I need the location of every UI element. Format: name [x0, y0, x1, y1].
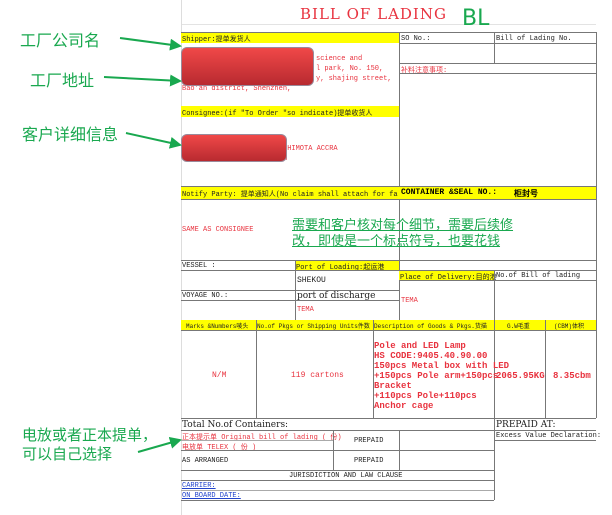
gross-weight-value: 2065.95KG — [496, 371, 545, 381]
marks-value: N/M — [212, 371, 227, 380]
divider — [181, 500, 494, 501]
notify-label: Notify Party: 提单通知人(No claim shall attac… — [182, 191, 398, 199]
redaction-box — [181, 134, 287, 162]
cargo-header-cbm: (CBM)体积 — [554, 323, 585, 330]
divider — [545, 320, 546, 418]
shipper-address-line: l park, No. 150, — [316, 65, 384, 73]
arrow-icon — [103, 74, 182, 87]
total-containers-label: Total No.of Containers: — [182, 420, 289, 430]
pkgs-value: 119 cartons — [291, 371, 344, 380]
prepaid-1: PREPAID — [354, 437, 384, 445]
container-label: CONTAINER &SEAL NO.: — [401, 188, 498, 197]
divider — [399, 63, 596, 64]
notes-label: 补料注意事项: — [401, 67, 448, 75]
bl-annotation: BL — [462, 6, 490, 31]
prepaid-at-label: PREPAID AT: — [496, 420, 556, 430]
divider — [181, 430, 596, 431]
prepaid-2: PREPAID — [354, 457, 384, 465]
cargo-header-gw: G.W毛重 — [507, 323, 530, 330]
divider — [256, 320, 257, 418]
on-board-date-label: ON BOARD DATE: — [182, 492, 241, 500]
divider — [181, 270, 596, 271]
port-discharge-value: TEMA — [297, 306, 314, 314]
divider — [596, 320, 597, 418]
no-bl-label: No.of Bill of lading — [496, 272, 581, 280]
verification-note: 需要和客户核对每个细节，需要后续修改，即使是一个标点符号，也要花钱 — [292, 218, 514, 249]
desc-line: Pole and LED Lamp — [374, 341, 466, 351]
arrow-icon — [119, 37, 182, 51]
desc-line: Anchor cage — [374, 401, 434, 411]
cargo-header-desc: Description of Goods & Pkgs.货描 — [374, 323, 487, 330]
cbm-value: 8.35cbm — [553, 371, 591, 381]
place-delivery-value: TEMA — [401, 297, 418, 305]
divider — [181, 450, 494, 451]
divider — [181, 470, 494, 471]
shipper-label: Shipper:提单发货人 — [182, 36, 251, 44]
notify-value: SAME AS CONSIGNEE — [182, 226, 254, 234]
desc-line: 150pcs Metal box with LED — [374, 361, 510, 371]
redaction-box — [181, 47, 314, 86]
divider — [181, 418, 596, 419]
shipper-address-line: science and — [316, 55, 363, 63]
arrow-icon — [137, 436, 182, 453]
shipper-address-line: Bao'an district, Shenzhen, — [182, 85, 292, 93]
cargo-header-marks: Marks &Numbers唛头 — [186, 323, 249, 330]
shipper-address-line: y, shajing street, — [316, 75, 392, 83]
desc-line: HS CODE:9405.40.90.00 — [374, 351, 488, 361]
jurisdiction-label: JURISDICTION AND LAW CLAUSE — [289, 472, 403, 480]
divider — [596, 32, 597, 320]
consignee-label: Consignee:(if "To Order "so indicate)提单收… — [182, 110, 373, 118]
divider — [494, 270, 495, 320]
divider — [494, 32, 495, 63]
desc-line: +110pcs Pole+110pcs — [374, 391, 477, 401]
divider — [399, 280, 596, 281]
divider — [181, 480, 494, 481]
divider — [181, 199, 596, 200]
bl-no-label: Bill of Lading No. — [496, 35, 572, 43]
divider — [494, 440, 596, 441]
divider — [399, 43, 596, 44]
arrow-icons — [103, 37, 182, 453]
divider — [181, 330, 596, 331]
divider — [181, 440, 333, 441]
container-cn-label: 柜封号 — [514, 188, 538, 198]
cargo-header-pkgs: No.of Pkgs or Shipping Units件数 — [257, 323, 370, 330]
document-title: BILL OF LADING — [300, 5, 447, 23]
arrow-icon — [125, 132, 182, 149]
gridline — [181, 24, 596, 25]
desc-line: Bracket — [374, 381, 412, 391]
consignee-line: CHIMOTA ACCRA — [283, 145, 338, 153]
so-no-label: SO No.: — [401, 35, 431, 43]
divider — [181, 300, 399, 301]
desc-line: +150pcs Pole arm+150pcs — [374, 371, 499, 381]
divider — [181, 490, 494, 491]
excess-value-label: Excess Value Declaration: — [496, 432, 602, 440]
goods-description: Pole and LED Lamp HS CODE:9405.40.90.00 … — [374, 341, 509, 411]
port-loading-value: SHEKOU — [297, 276, 326, 285]
